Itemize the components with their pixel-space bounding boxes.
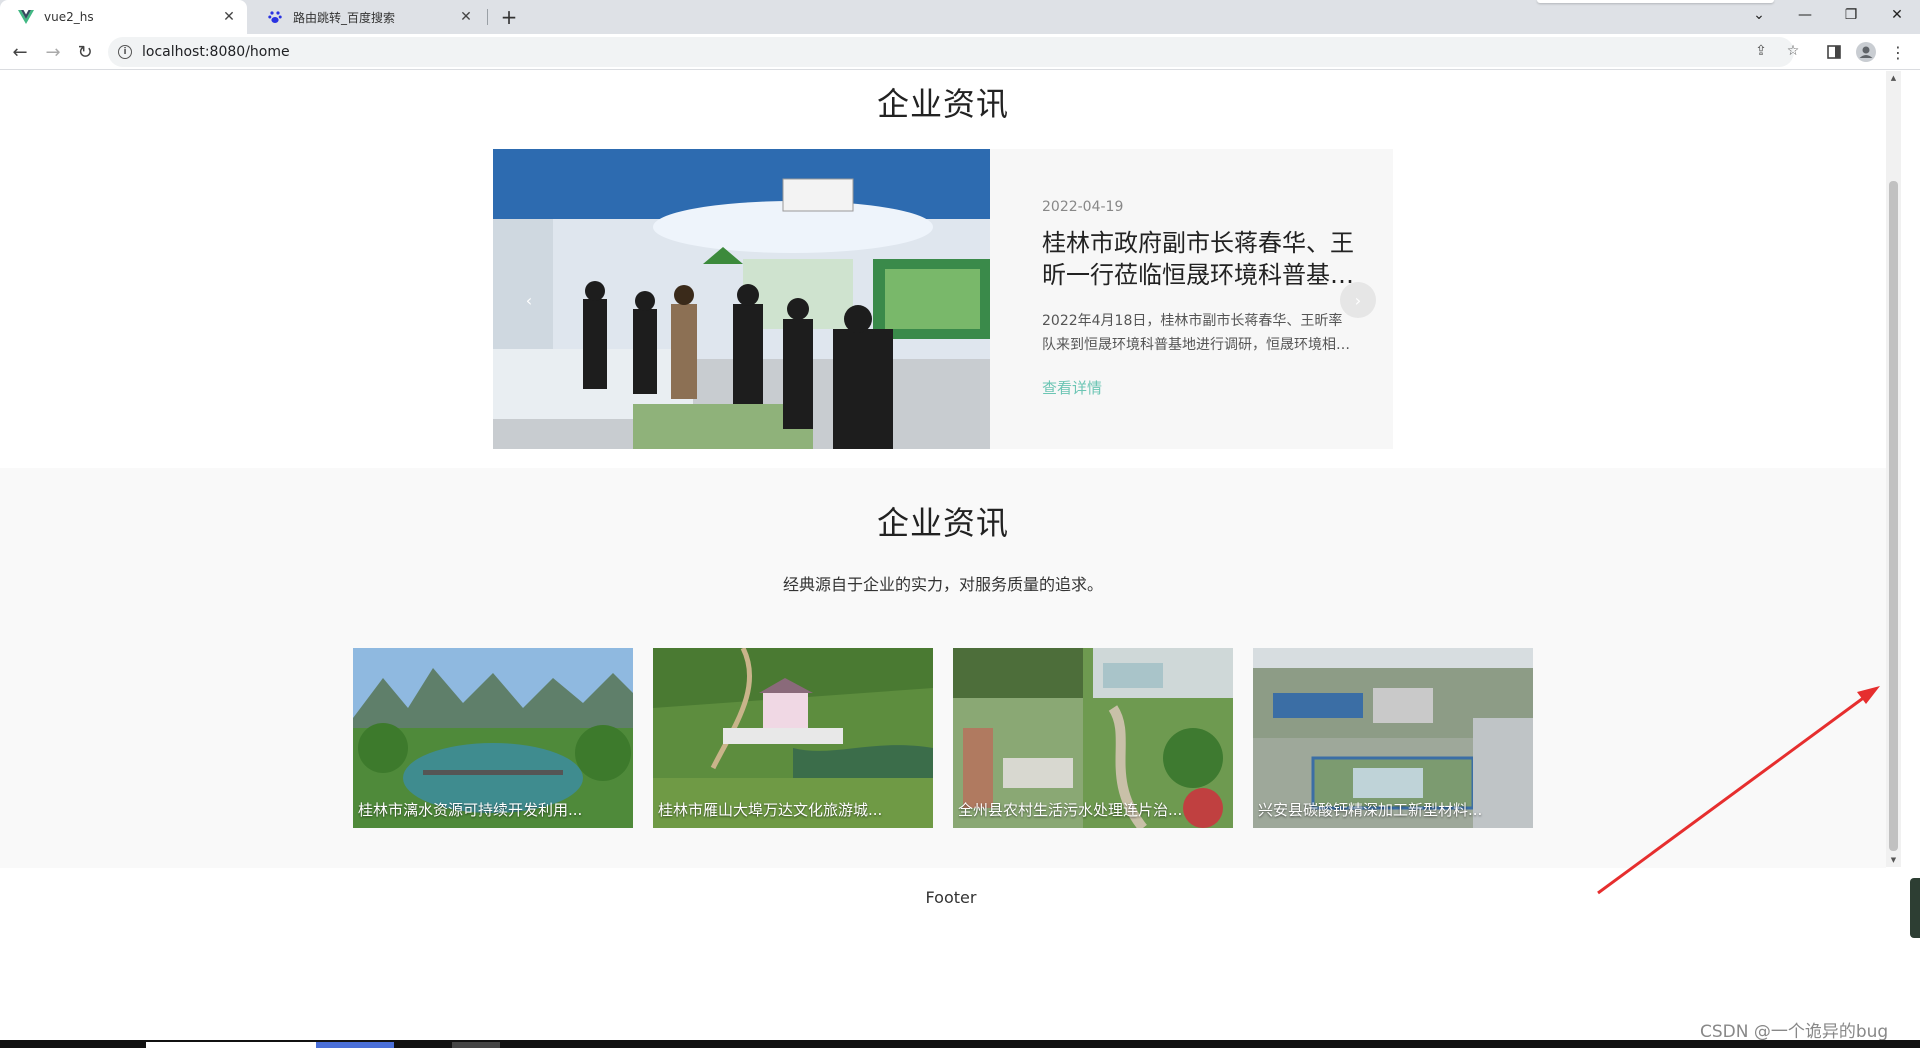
carousel-prev-chevron-icon[interactable]: ‹ <box>511 282 547 318</box>
forward-arrow-icon[interactable]: → <box>41 40 65 64</box>
minimize-icon[interactable]: — <box>1782 0 1828 30</box>
side-panel-icon[interactable] <box>1822 40 1846 64</box>
tab-separator <box>487 9 488 25</box>
share-icon[interactable]: ⇪ <box>1752 42 1770 60</box>
baidu-paw-icon <box>267 9 283 25</box>
tab-title: 路由跳转_百度搜索 <box>293 10 396 25</box>
gallery-caption: 兴安县碳酸钙精深加工新型材料... <box>1258 801 1483 819</box>
news-photo <box>493 149 990 449</box>
gallery-caption: 桂林市漓水资源可持续开发利用... <box>358 801 583 819</box>
back-arrow-icon[interactable]: ← <box>8 40 32 64</box>
taskbar-app[interactable] <box>452 1042 500 1048</box>
page-viewport: 企业资讯 2022-04-19 桂林市政府副市长蒋春华、王昕一行莅临恒晟环境科普… <box>0 71 1886 1038</box>
page-footer: Footer <box>925 888 977 907</box>
browser-toolbar: ← → ↻ i localhost:8080/home ⇪ ☆ ⋮ <box>0 34 1920 70</box>
gallery-section-title: 企业资讯 <box>876 504 1009 542</box>
gallery-section: 企业资讯 经典源自于企业的实力，对服务质量的追求。 桂林市漓水资源可持续开发利用… <box>0 468 1886 868</box>
window-close-icon[interactable]: ✕ <box>1874 0 1920 30</box>
news-title[interactable]: 桂林市政府副市长蒋春华、王昕一行莅临恒晟环境科普基地进行调研 <box>1042 227 1354 291</box>
tab-title: vue2_hs <box>44 10 94 24</box>
side-widget-tab[interactable] <box>1910 878 1920 938</box>
profile-avatar-icon[interactable] <box>1854 40 1878 64</box>
tab-vue2-hs[interactable]: vue2_hs ✕ <box>0 0 247 34</box>
gallery-card[interactable]: 桂林市漓水资源可持续开发利用... <box>353 648 633 828</box>
gallery-caption: 全州县农村生活污水处理连片治... <box>958 801 1183 819</box>
news-section-title: 企业资讯 <box>876 85 1009 123</box>
news-description: 2022年4月18日，桂林市副市长蒋春华、王昕率队来到恒晟环境科普基地进行调研，… <box>1042 313 1350 353</box>
vue-logo-icon <box>18 9 34 25</box>
news-carousel-card: 2022-04-19 桂林市政府副市长蒋春华、王昕一行莅临恒晟环境科普基地进行调… <box>493 149 1393 449</box>
restore-icon[interactable]: ❐ <box>1828 0 1874 30</box>
close-icon[interactable]: ✕ <box>219 7 239 27</box>
scroll-down-arrow-icon[interactable]: ▼ <box>1886 853 1901 867</box>
kebab-menu-icon[interactable]: ⋮ <box>1886 40 1910 64</box>
taskbar-app[interactable] <box>316 1042 394 1048</box>
new-tab-plus-icon[interactable]: + <box>497 5 521 29</box>
tab-baidu-search[interactable]: 路由跳转_百度搜索 ✕ <box>249 0 484 34</box>
gallery-card[interactable]: 兴安县碳酸钙精深加工新型材料... <box>1253 648 1533 828</box>
gallery-section-subtitle: 经典源自于企业的实力，对服务质量的追求。 <box>782 575 1103 594</box>
gallery-card[interactable]: 桂林市雁山大埠万达文化旅游城... <box>653 648 933 828</box>
close-icon[interactable]: ✕ <box>456 7 476 27</box>
browser-tabstrip: vue2_hs ✕ 路由跳转_百度搜索 ✕ + ⌄ — ❐ ✕ <box>0 0 1920 34</box>
csdn-watermark: CSDN @一个诡异的bug <box>1700 1022 1889 1042</box>
gallery-card[interactable]: 全州县农村生活污水处理连片治... <box>953 648 1233 828</box>
carousel-next-chevron-icon[interactable]: › <box>1340 282 1376 318</box>
project-gallery: 桂林市漓水资源可持续开发利用... 桂林市雁山大埠万达文化旅游城... 全州县农… <box>353 648 1533 828</box>
view-details-link[interactable]: 查看详情 <box>1042 377 1102 398</box>
gallery-caption: 桂林市雁山大埠万达文化旅游城... <box>658 801 883 819</box>
page-scrollbar[interactable]: ▲ ▼ <box>1886 71 1901 867</box>
reload-icon[interactable]: ↻ <box>73 40 97 64</box>
os-taskbar <box>0 1040 1920 1048</box>
bookmark-star-icon[interactable]: ☆ <box>1784 42 1802 60</box>
address-url[interactable]: localhost:8080/home <box>142 44 290 60</box>
taskbar-app[interactable] <box>146 1042 316 1048</box>
site-info-icon[interactable]: i <box>118 45 132 59</box>
address-bar[interactable]: i localhost:8080/home <box>108 37 1794 67</box>
scroll-up-arrow-icon[interactable]: ▲ <box>1886 71 1901 85</box>
news-date: 2022-04-19 <box>1042 199 1124 215</box>
scrollbar-thumb[interactable] <box>1889 181 1898 851</box>
tab-search-chevron-icon[interactable]: ⌄ <box>1736 0 1782 30</box>
